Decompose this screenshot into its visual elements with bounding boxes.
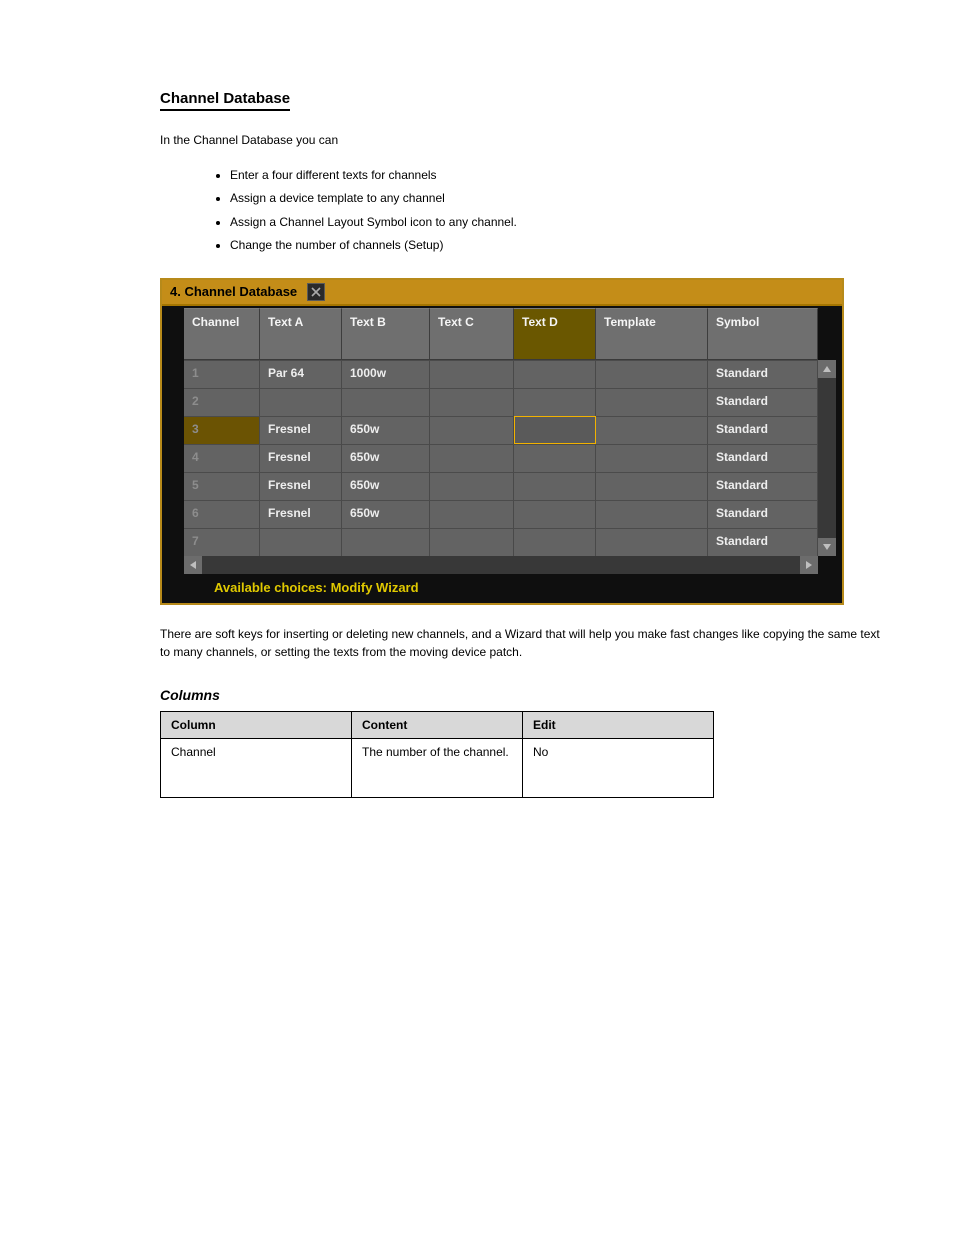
table-cell[interactable] bbox=[430, 360, 514, 388]
scroll-track[interactable] bbox=[202, 556, 800, 574]
table-row[interactable]: 4Fresnel650w Standard bbox=[184, 444, 818, 472]
row-number-cell[interactable]: 1 bbox=[184, 360, 260, 388]
col-header-template[interactable]: Template bbox=[596, 308, 708, 360]
table-row[interactable]: 5Fresnel650w Standard bbox=[184, 472, 818, 500]
scroll-up-icon[interactable] bbox=[818, 360, 836, 378]
table-cell[interactable] bbox=[596, 528, 708, 556]
columns-table-header: Column bbox=[161, 711, 352, 738]
table-cell[interactable] bbox=[430, 528, 514, 556]
col-header-symbol[interactable]: Symbol bbox=[708, 308, 818, 360]
table-cell[interactable]: Standard bbox=[708, 472, 818, 500]
table-cell[interactable] bbox=[260, 388, 342, 416]
table-cell[interactable]: 650w bbox=[342, 472, 430, 500]
table-cell[interactable]: Standard bbox=[708, 360, 818, 388]
table-cell[interactable] bbox=[596, 444, 708, 472]
table-cell[interactable]: Standard bbox=[708, 528, 818, 556]
table-cell[interactable] bbox=[514, 528, 596, 556]
table-row[interactable]: 3Fresnel650w Standard bbox=[184, 416, 818, 444]
table-row[interactable]: 7 Standard bbox=[184, 528, 818, 556]
columns-table-header: Edit bbox=[523, 711, 714, 738]
columns-description-table: Column Content Edit Channel The number o… bbox=[160, 711, 714, 798]
columns-table-cell: The number of the channel. bbox=[352, 738, 523, 797]
table-cell[interactable]: Standard bbox=[708, 500, 818, 528]
table-cell[interactable] bbox=[514, 360, 596, 388]
row-number-cell[interactable]: 5 bbox=[184, 472, 260, 500]
window-title: 4. Channel Database bbox=[170, 284, 297, 299]
table-cell[interactable] bbox=[430, 472, 514, 500]
row-number-cell[interactable]: 3 bbox=[184, 416, 260, 444]
table-cell[interactable] bbox=[514, 416, 596, 444]
table-cell[interactable]: 1000w bbox=[342, 360, 430, 388]
col-header-text-b[interactable]: Text B bbox=[342, 308, 430, 360]
col-header-text-d[interactable]: Text D bbox=[514, 308, 596, 360]
scroll-track[interactable] bbox=[818, 378, 836, 538]
table-cell[interactable] bbox=[596, 388, 708, 416]
horizontal-scrollbar[interactable] bbox=[184, 556, 818, 574]
scroll-right-icon[interactable] bbox=[800, 556, 818, 574]
paragraph: There are soft keys for inserting or del… bbox=[160, 625, 880, 661]
table-cell[interactable] bbox=[596, 500, 708, 528]
table-row[interactable]: 6Fresnel650w Standard bbox=[184, 500, 818, 528]
table-cell[interactable] bbox=[596, 416, 708, 444]
table-cell[interactable] bbox=[514, 500, 596, 528]
table-row[interactable]: 2 Standard bbox=[184, 388, 818, 416]
row-number-cell[interactable]: 7 bbox=[184, 528, 260, 556]
table-cell[interactable] bbox=[514, 388, 596, 416]
table-cell[interactable]: Standard bbox=[708, 388, 818, 416]
list-item: Enter a four different texts for channel… bbox=[230, 165, 894, 185]
table-cell[interactable] bbox=[514, 444, 596, 472]
channel-database-window: 4. Channel Database Channel Text A Text … bbox=[160, 278, 844, 605]
close-icon[interactable] bbox=[307, 283, 325, 301]
col-header-channel[interactable]: Channel bbox=[184, 308, 260, 360]
table-cell[interactable]: 650w bbox=[342, 416, 430, 444]
row-number-cell[interactable]: 4 bbox=[184, 444, 260, 472]
list-item: Assign a device template to any channel bbox=[230, 188, 894, 208]
table-cell[interactable]: Fresnel bbox=[260, 472, 342, 500]
table-cell[interactable] bbox=[514, 472, 596, 500]
table-cell[interactable]: Fresnel bbox=[260, 500, 342, 528]
vertical-scrollbar[interactable] bbox=[818, 360, 836, 556]
columns-table-header: Content bbox=[352, 711, 523, 738]
col-header-text-c[interactable]: Text C bbox=[430, 308, 514, 360]
channel-table: Channel Text A Text B Text C Text D Temp… bbox=[184, 308, 836, 574]
table-cell[interactable]: Par 64 bbox=[260, 360, 342, 388]
table-cell[interactable] bbox=[430, 444, 514, 472]
columns-table-cell: Channel bbox=[161, 738, 352, 797]
scroll-left-icon[interactable] bbox=[184, 556, 202, 574]
list-item: Change the number of channels (Setup) bbox=[230, 235, 894, 255]
section-heading: Channel Database bbox=[160, 90, 290, 111]
list-item: Assign a Channel Layout Symbol icon to a… bbox=[230, 212, 894, 232]
table-cell[interactable] bbox=[342, 528, 430, 556]
window-titlebar[interactable]: 4. Channel Database bbox=[162, 280, 842, 306]
table-cell[interactable] bbox=[260, 528, 342, 556]
table-cell[interactable]: 650w bbox=[342, 444, 430, 472]
table-cell[interactable]: 650w bbox=[342, 500, 430, 528]
columns-table-cell: No bbox=[523, 738, 714, 797]
table-row[interactable]: 1Par 641000w Standard bbox=[184, 360, 818, 388]
table-cell[interactable]: Standard bbox=[708, 444, 818, 472]
intro-text: In the Channel Database you can bbox=[160, 131, 880, 149]
col-header-text-a[interactable]: Text A bbox=[260, 308, 342, 360]
feature-list: Enter a four different texts for channel… bbox=[190, 165, 894, 256]
table-cell[interactable] bbox=[342, 388, 430, 416]
table-cell[interactable]: Fresnel bbox=[260, 444, 342, 472]
status-text: Available choices: Modify Wizard bbox=[184, 574, 836, 595]
table-cell[interactable] bbox=[596, 360, 708, 388]
table-cell[interactable]: Standard bbox=[708, 416, 818, 444]
table-cell[interactable] bbox=[596, 472, 708, 500]
columns-subheading: Columns bbox=[160, 687, 894, 703]
table-cell[interactable] bbox=[430, 416, 514, 444]
row-number-cell[interactable]: 6 bbox=[184, 500, 260, 528]
table-cell[interactable]: Fresnel bbox=[260, 416, 342, 444]
table-cell[interactable] bbox=[430, 388, 514, 416]
table-header-row: Channel Text A Text B Text C Text D Temp… bbox=[184, 308, 818, 360]
row-number-cell[interactable]: 2 bbox=[184, 388, 260, 416]
table-cell[interactable] bbox=[430, 500, 514, 528]
scroll-down-icon[interactable] bbox=[818, 538, 836, 556]
